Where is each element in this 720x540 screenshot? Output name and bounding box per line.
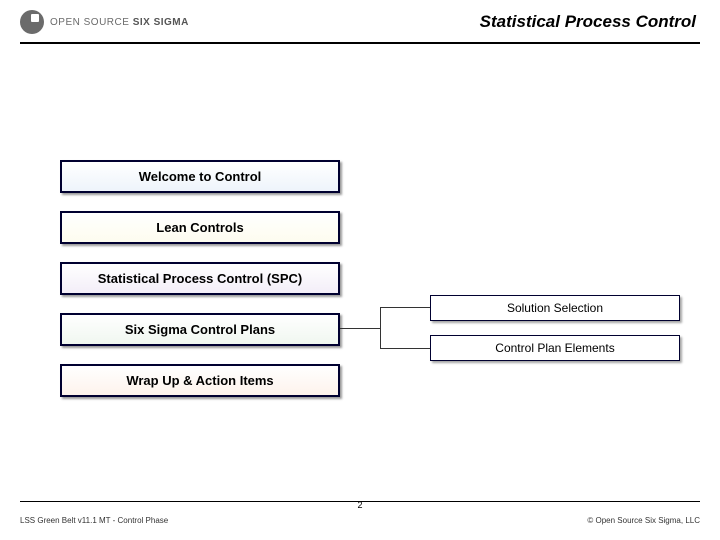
slide-footer: LSS Green Belt v11.1 MT - Control Phase … — [20, 510, 700, 530]
agenda-item-spc: Statistical Process Control (SPC) — [60, 262, 340, 295]
agenda-item-label: Six Sigma Control Plans — [125, 322, 275, 337]
agenda-list: Welcome to Control Lean Controls Statist… — [60, 160, 340, 415]
agenda-item-plans: Six Sigma Control Plans — [60, 313, 340, 346]
header-divider — [20, 42, 700, 44]
page-number: 2 — [357, 500, 362, 510]
slide: OPEN SOURCE SIX SIGMA Statistical Proces… — [0, 0, 720, 540]
footer-right: © Open Source Six Sigma, LLC — [587, 516, 700, 525]
connector-icon — [340, 295, 440, 365]
agenda-item-lean: Lean Controls — [60, 211, 340, 244]
slide-header: OPEN SOURCE SIX SIGMA Statistical Proces… — [20, 10, 700, 40]
agenda-item-label: Lean Controls — [156, 220, 243, 235]
footer-left: LSS Green Belt v11.1 MT - Control Phase — [20, 516, 168, 525]
agenda-item-label: Wrap Up & Action Items — [126, 373, 273, 388]
logo-text: OPEN SOURCE SIX SIGMA — [50, 17, 189, 28]
agenda-detail-list: Solution Selection Control Plan Elements — [430, 295, 680, 375]
detail-item-solution: Solution Selection — [430, 295, 680, 321]
logo-mark-icon — [20, 10, 44, 34]
agenda-item-label: Statistical Process Control (SPC) — [98, 271, 302, 286]
detail-item-label: Control Plan Elements — [495, 341, 614, 355]
logo-text-emph: SIX SIGMA — [133, 17, 189, 28]
slide-title: Statistical Process Control — [480, 12, 696, 32]
logo-text-main: OPEN SOURCE — [50, 17, 129, 28]
agenda-item-label: Welcome to Control — [139, 169, 262, 184]
agenda-diagram: Welcome to Control Lean Controls Statist… — [40, 90, 680, 460]
detail-item-label: Solution Selection — [507, 301, 603, 315]
agenda-item-welcome: Welcome to Control — [60, 160, 340, 193]
agenda-item-wrapup: Wrap Up & Action Items — [60, 364, 340, 397]
detail-item-elements: Control Plan Elements — [430, 335, 680, 361]
